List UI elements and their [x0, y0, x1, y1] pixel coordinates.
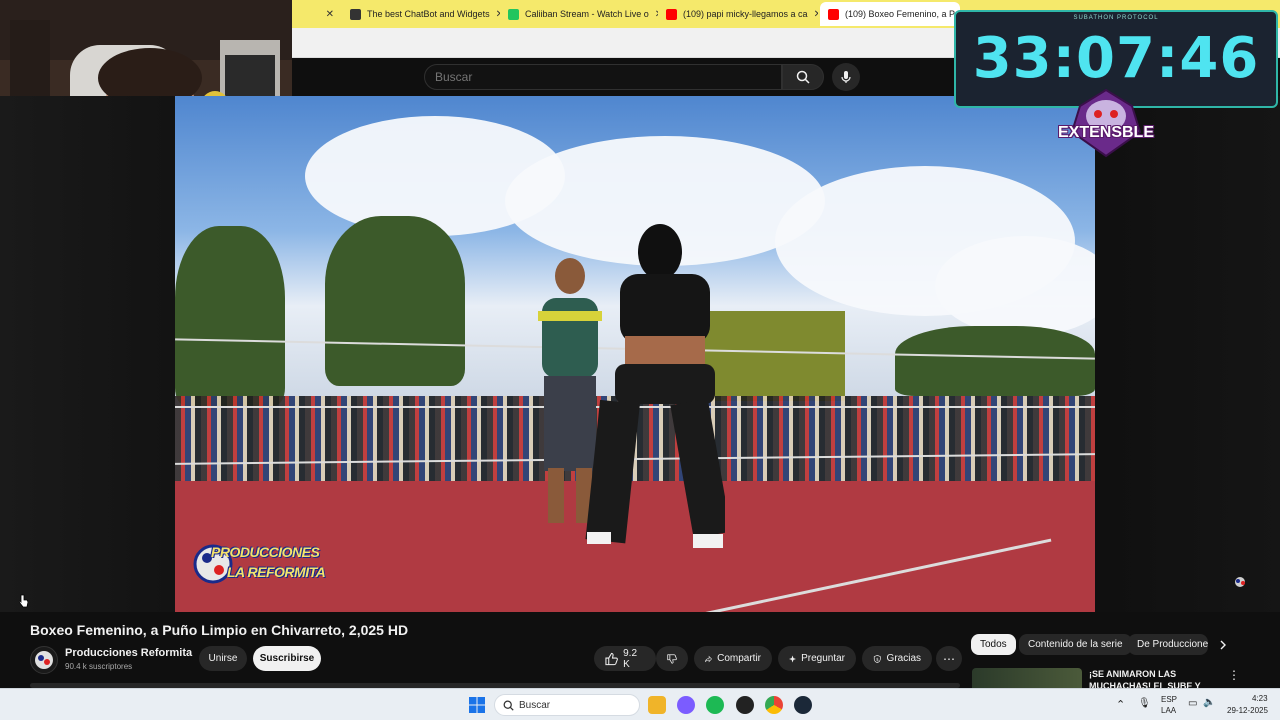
chip-label: De Producciones	[1137, 639, 1208, 650]
browser-tab-chatbot[interactable]: The best ChatBot and Widgets ✕	[342, 2, 500, 26]
chip-label: Contenido de la serie	[1028, 639, 1123, 650]
browser-tab-partial[interactable]: ✕	[292, 2, 342, 26]
ask-button[interactable]: Preguntar	[778, 646, 856, 671]
channel-watermark: PRODUCCIONES LA REFORMITA	[193, 536, 328, 596]
discord-icon[interactable]	[677, 696, 695, 714]
network-icon[interactable]: ▭	[1188, 698, 1197, 709]
trees	[895, 326, 1095, 396]
chrome-icon[interactable]	[765, 696, 783, 714]
keyboard-layout[interactable]: LAA	[1161, 706, 1176, 715]
sparkle-icon	[789, 654, 797, 663]
hand-cursor-icon	[18, 594, 28, 608]
thanks-label: Gracias	[886, 653, 921, 664]
volume-icon[interactable]: 🔈	[1203, 697, 1215, 708]
recommendation-title[interactable]: ¡SE ANIMARON LAS MUCHACHAS! EL SUBE Y BA…	[1089, 668, 1219, 688]
watermark-line-1: PRODUCCIONES	[211, 544, 320, 560]
browser-tab-caliiban[interactable]: Caliiban Stream - Watch Live o ✕	[500, 2, 658, 26]
search-input[interactable]	[424, 64, 782, 90]
github-icon	[350, 8, 361, 20]
more-actions-button[interactable]: ⋯	[936, 646, 962, 671]
browser-tab-papi-micky[interactable]: (109) papi micky-llegamos a ca ✕	[658, 2, 818, 26]
clock-date[interactable]: 29-12-2025	[1227, 706, 1268, 715]
channel-name[interactable]: Producciones Reformita	[65, 647, 192, 659]
close-icon[interactable]: ✕	[808, 9, 818, 20]
clock-time[interactable]: 4:23	[1252, 694, 1268, 703]
microphone-icon	[841, 71, 851, 83]
fighter-right	[585, 224, 725, 548]
kick-icon	[508, 8, 519, 20]
chevron-up-icon[interactable]: ⌃	[1116, 698, 1125, 711]
search-icon	[796, 70, 810, 84]
windows-taskbar: Buscar ⌃ 🎙 ESP LAA ▭ 🔈 4:23 29-12-2025	[0, 688, 1280, 720]
more-vertical-icon[interactable]: ⋮	[1228, 668, 1240, 682]
channel-logo-icon	[35, 651, 53, 669]
video-title: Boxeo Femenino, a Puño Limpio en Chivarr…	[30, 622, 409, 638]
file-explorer-icon[interactable]	[648, 696, 666, 714]
close-icon[interactable]: ✕	[320, 9, 334, 20]
thanks-button[interactable]: $ Gracias	[862, 646, 932, 671]
tab-label: Caliiban Stream - Watch Live o	[525, 9, 649, 19]
tab-label: (109) Boxeo Femenino, a Pu	[845, 9, 960, 19]
like-button[interactable]: 9.2 K	[594, 646, 656, 671]
subscribe-label: Suscribirse	[259, 653, 315, 664]
dislike-button[interactable]	[656, 646, 688, 671]
windows-start-icon[interactable]	[469, 697, 485, 713]
voice-search-button[interactable]	[832, 63, 860, 91]
subscriber-count: 90.4 k suscriptores	[65, 662, 133, 671]
video-frame[interactable]: PRODUCCIONES LA REFORMITA	[175, 96, 1095, 612]
recommendation-thumbnail[interactable]	[972, 668, 1082, 688]
share-label: Compartir	[717, 653, 761, 664]
steam-icon[interactable]	[794, 696, 812, 714]
share-button[interactable]: Compartir	[694, 646, 772, 671]
ask-label: Preguntar	[801, 653, 845, 664]
close-icon[interactable]: ✕	[649, 9, 658, 20]
spotify-icon[interactable]	[706, 696, 724, 714]
chevron-right-icon[interactable]	[1218, 640, 1228, 650]
channel-badge-icon	[1235, 577, 1245, 587]
chip-all[interactable]: Todos	[971, 634, 1016, 655]
taskbar-search-label: Buscar	[519, 700, 551, 711]
timer-value: 33:07:46	[972, 26, 1260, 91]
taskbar-search[interactable]: Buscar	[494, 694, 640, 716]
like-count: 9.2 K	[623, 647, 638, 670]
close-icon[interactable]: ✕	[490, 9, 500, 20]
tab-label: (109) papi micky-llegamos a ca	[683, 9, 808, 19]
obs-icon[interactable]	[736, 696, 754, 714]
join-button[interactable]: Unirse	[199, 646, 247, 671]
youtube-icon	[828, 8, 839, 20]
language-code[interactable]: ESP	[1161, 695, 1177, 704]
logo-text: EXTENSBLE	[1057, 124, 1154, 141]
thumbs-up-icon	[605, 652, 618, 665]
svg-text:$: $	[876, 656, 879, 662]
subscribe-button[interactable]: Suscribirse	[253, 646, 321, 671]
timer-header: SUBATHON PROTOCOL	[1073, 15, 1159, 21]
chip-label: Todos	[980, 639, 1007, 650]
tab-label: The best ChatBot and Widgets	[367, 9, 490, 19]
chip-series-content[interactable]: Contenido de la serie	[1019, 634, 1132, 655]
more-icon: ⋯	[943, 651, 955, 666]
microphone-tray-icon[interactable]: 🎙	[1138, 698, 1151, 709]
channel-avatar[interactable]	[30, 646, 58, 674]
share-icon	[705, 655, 712, 662]
trees	[175, 226, 285, 406]
thanks-icon: $	[873, 654, 881, 663]
chip-from-channel[interactable]: De Producciones	[1128, 634, 1208, 655]
extensible-logo: EXTENSBLE	[1050, 86, 1162, 162]
search-icon	[503, 700, 514, 711]
trees	[325, 216, 465, 386]
search-button[interactable]	[782, 64, 824, 90]
youtube-icon	[666, 8, 677, 20]
join-label: Unirse	[208, 653, 238, 664]
watermark-line-2: LA REFORMITA	[227, 564, 326, 580]
thumbs-down-icon	[667, 653, 677, 664]
browser-tab-boxeo[interactable]: (109) Boxeo Femenino, a Pu 🔊	[820, 2, 960, 26]
